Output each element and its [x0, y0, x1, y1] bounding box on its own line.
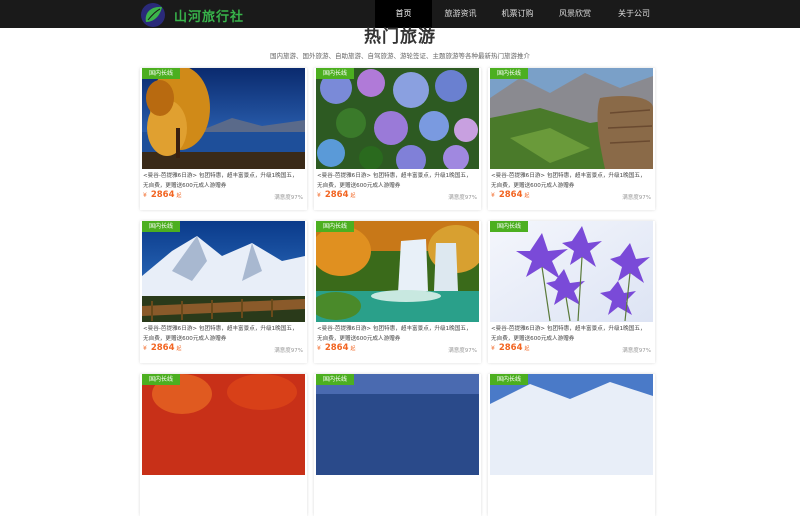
tour-card[interactable]: 国内长线 <曼谷-芭提雅6日游> 包团特惠，超丰富景点，升级1晚国五，无自费，更…	[314, 68, 481, 210]
tour-tag: 国内长线	[316, 68, 354, 79]
tour-description[interactable]: <曼谷-芭提雅6日游> 包团特惠，超丰富景点，升级1晚国五，无自费，更赠送600…	[317, 324, 477, 344]
tour-tag: 国内长线	[490, 374, 528, 385]
tour-price: ¥2864 起	[317, 190, 356, 200]
tour-image-hydrangea[interactable]	[316, 68, 479, 169]
tour-satisfaction: 满意度97%	[622, 195, 651, 201]
tour-description[interactable]: <曼谷-芭提雅6日游> 包团特惠，超丰富景点，升级1晚国五，无自费，更赠送600…	[491, 324, 651, 344]
tour-card[interactable]: 国内长线 <曼谷-芭提雅6日游> 包团特惠，超丰富景点，升级1晚国五，无自费，更…	[314, 221, 481, 363]
tour-tag: 国内长线	[490, 68, 528, 79]
currency-symbol: ¥	[491, 345, 495, 352]
tour-image-waterfall[interactable]	[316, 221, 479, 322]
tour-satisfaction: 满意度97%	[448, 348, 477, 354]
tour-price: ¥2864 起	[143, 343, 182, 353]
tour-card[interactable]: 国内长线 <曼谷-芭提雅6日游> 包团特惠，超丰富景点，升级1晚国五，无自费，更…	[140, 221, 307, 363]
tour-tag: 国内长线	[316, 374, 354, 385]
tour-satisfaction: 满意度97%	[622, 348, 651, 354]
price-unit: 起	[176, 193, 182, 199]
tour-description[interactable]: <曼谷-芭提雅6日游> 包团特惠，超丰富景点，升级1晚国五，无自费，更赠送600…	[491, 171, 651, 191]
tour-image-snow-peak[interactable]	[490, 374, 653, 475]
price-value: 2864	[150, 190, 175, 200]
tour-price: ¥2864 起	[491, 190, 530, 200]
tour-card[interactable]: 国内长线 <曼谷-芭提雅6日游> 包团特惠，超丰富景点，升级1晚国五，无自费，更…	[488, 221, 655, 363]
currency-symbol: ¥	[317, 345, 321, 352]
tour-satisfaction: 满意度97%	[448, 195, 477, 201]
tour-image-autumn-lake[interactable]	[142, 68, 305, 169]
tour-card[interactable]: 国内长线	[488, 374, 655, 516]
price-value: 2864	[324, 343, 349, 353]
currency-symbol: ¥	[143, 192, 147, 199]
price-unit: 起	[350, 346, 356, 352]
price-value: 2864	[498, 343, 523, 353]
tour-tag: 国内长线	[142, 221, 180, 232]
section-title: 热门旅游	[364, 27, 436, 47]
tour-image-purple-flowers[interactable]	[490, 221, 653, 322]
tour-description[interactable]: <曼谷-芭提雅6日游> 包团特惠，超丰富景点，升级1晚国五，无自费，更赠送600…	[143, 171, 303, 191]
price-value: 2864	[324, 190, 349, 200]
tour-tag: 国内长线	[142, 374, 180, 385]
tour-description[interactable]: <曼谷-芭提雅6日游> 包团特惠，超丰富景点，升级1晚国五，无自费，更赠送600…	[143, 324, 303, 344]
tour-tag: 国内长线	[490, 221, 528, 232]
tour-price: ¥2864 起	[317, 343, 356, 353]
price-value: 2864	[150, 343, 175, 353]
tour-satisfaction: 满意度97%	[274, 348, 303, 354]
tour-image-mountain-valley[interactable]	[490, 68, 653, 169]
currency-symbol: ¥	[143, 345, 147, 352]
price-unit: 起	[524, 193, 530, 199]
tour-card[interactable]: 国内长线	[314, 374, 481, 516]
tour-description[interactable]: <曼谷-芭提雅6日游> 包团特惠，超丰富景点，升级1晚国五，无自费，更赠送600…	[317, 171, 477, 191]
price-unit: 起	[524, 346, 530, 352]
tour-image-blue-sky[interactable]	[316, 374, 479, 475]
price-unit: 起	[176, 346, 182, 352]
tour-tag: 国内长线	[142, 68, 180, 79]
tour-card[interactable]: 国内长线	[140, 374, 307, 516]
section-subtitle: 国内旅游、国外旅游、自助旅游、自驾旅游、游轮签证、主题旅游等各种最新热门旅游推介	[270, 52, 530, 60]
tour-price: ¥2864 起	[491, 343, 530, 353]
tour-card[interactable]: 国内长线 <曼谷-芭提雅6日游> 包团特惠，超丰富景点，升级1晚国五，无自费，更…	[140, 68, 307, 210]
tour-image-red-autumn[interactable]	[142, 374, 305, 475]
tour-satisfaction: 满意度97%	[274, 195, 303, 201]
price-unit: 起	[350, 193, 356, 199]
currency-symbol: ¥	[491, 192, 495, 199]
tour-card[interactable]: 国内长线 <曼谷-芭提雅6日游> 包团特惠，超丰富景点，升级1晚国五，无自费，更…	[488, 68, 655, 210]
tour-price: ¥2864 起	[143, 190, 182, 200]
price-value: 2864	[498, 190, 523, 200]
tour-tag: 国内长线	[316, 221, 354, 232]
tour-image-snow-mountain[interactable]	[142, 221, 305, 322]
currency-symbol: ¥	[317, 192, 321, 199]
